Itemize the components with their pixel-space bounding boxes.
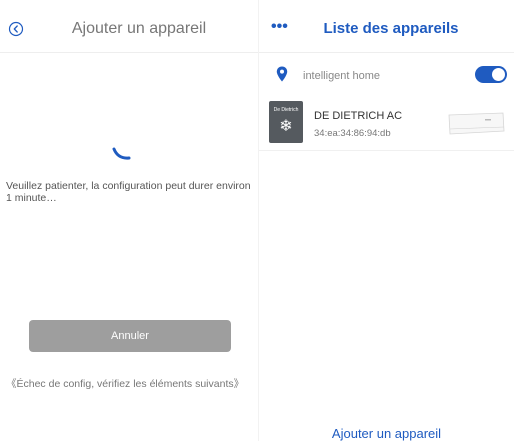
wait-message: Veuillez patienter, la configuration peu…: [6, 180, 251, 204]
device-name: DE DIETRICH AC: [314, 110, 403, 122]
config-failure-link[interactable]: 《Échec de config, vérifiez les éléments …: [6, 378, 254, 390]
home-toggle[interactable]: [475, 66, 507, 83]
device-mac: 34:ea:34:86:94:db: [314, 128, 391, 139]
add-device-link[interactable]: Ajouter un appareil: [299, 426, 474, 441]
page-title: Liste des appareils: [323, 20, 459, 37]
device-logo: De Dietrich ❄: [269, 101, 303, 143]
add-device-header: Ajouter un appareil: [0, 0, 258, 53]
device-brand: De Dietrich: [273, 107, 299, 113]
location-pin-icon: [276, 66, 288, 82]
device-list-screen: ••• Liste des appareils intelligent home…: [259, 0, 514, 441]
more-dots-icon[interactable]: •••: [271, 18, 288, 36]
home-name: intelligent home: [303, 70, 381, 82]
back-circle-icon[interactable]: [8, 21, 24, 37]
snowflake-icon: ❄: [279, 118, 293, 135]
air-conditioner-image: [448, 112, 505, 135]
toggle-knob: [492, 68, 505, 81]
add-device-screen: Ajouter un appareil Veuillez patienter, …: [0, 0, 258, 441]
page-title: Ajouter un appareil: [71, 20, 207, 37]
loading-spinner-icon: [112, 147, 131, 160]
device-row[interactable]: De Dietrich ❄ DE DIETRICH AC 34:ea:34:86…: [259, 98, 514, 151]
device-list-header: ••• Liste des appareils: [259, 0, 514, 53]
cancel-button[interactable]: Annuler: [29, 320, 231, 352]
